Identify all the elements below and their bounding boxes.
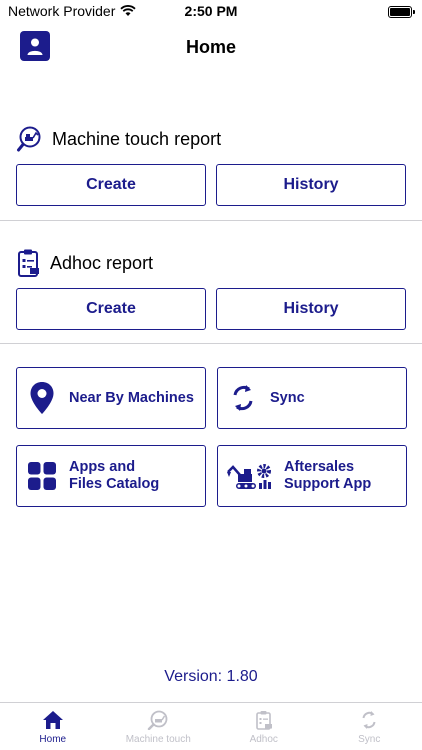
header: Home — [0, 28, 422, 68]
grid-icon — [25, 459, 59, 493]
tab-label: Home — [39, 734, 67, 745]
tab-sync[interactable]: Sync — [317, 703, 422, 750]
tab-label: Adhoc — [249, 734, 278, 745]
tile-label: Sync — [270, 389, 305, 406]
tab-label: Sync — [358, 734, 381, 745]
tab-adhoc[interactable]: Adhoc — [211, 703, 317, 750]
status-bar: Network Provider 2:50 PM — [0, 0, 422, 24]
machine-touch-buttons: Create History — [16, 164, 406, 206]
clipboard-icon — [255, 711, 272, 730]
location-pin-icon — [25, 381, 59, 415]
adhoc-section: Adhoc report Create History — [16, 248, 406, 330]
machine-search-icon — [17, 126, 41, 152]
machine-touch-create-button[interactable]: Create — [16, 164, 206, 206]
tab-bar: Home Machine touch Adhoc Sync — [0, 702, 422, 750]
machine-touch-history-button[interactable]: History — [216, 164, 406, 206]
excavator-gear-icon — [226, 459, 274, 493]
sync-icon — [362, 711, 376, 729]
apps-files-catalog-button[interactable]: Apps and Files Catalog — [16, 445, 206, 507]
machine-search-icon — [148, 710, 168, 730]
near-by-machines-button[interactable]: Near By Machines — [16, 367, 206, 429]
tile-label: Near By Machines — [69, 389, 194, 406]
section-label: Machine touch report — [52, 128, 222, 149]
section-label: Adhoc report — [50, 252, 154, 273]
tab-label: Machine touch — [125, 734, 191, 745]
status-time: 2:50 PM — [184, 3, 238, 19]
battery-icon — [388, 6, 415, 18]
page-title: Home — [185, 37, 236, 57]
divider — [0, 343, 422, 344]
tab-machine-touch[interactable]: Machine touch — [106, 703, 212, 750]
adhoc-buttons: Create History — [16, 288, 406, 330]
clipboard-icon — [18, 249, 39, 277]
tab-home[interactable]: Home — [0, 703, 106, 750]
tile-label: Apps and Files Catalog — [69, 459, 160, 492]
adhoc-create-button[interactable]: Create — [16, 288, 206, 330]
home-icon — [42, 711, 63, 729]
sync-button[interactable]: Sync — [217, 367, 407, 429]
divider — [0, 220, 422, 221]
sync-icon — [226, 381, 260, 415]
version-label: Version: 1.80 — [164, 668, 258, 685]
machine-touch-section: Machine touch report Create History — [16, 124, 406, 206]
aftersales-support-button[interactable]: Aftersales Support App — [217, 445, 407, 507]
machine-touch-title: Machine touch report — [16, 124, 406, 154]
adhoc-title: Adhoc report — [16, 248, 406, 278]
tile-label: Aftersales Support App — [284, 459, 372, 492]
adhoc-history-button[interactable]: History — [216, 288, 406, 330]
